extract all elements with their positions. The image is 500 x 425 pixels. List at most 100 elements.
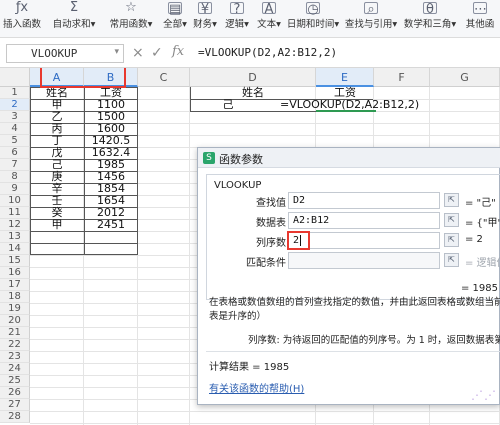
table-cell[interactable]: 甲	[30, 219, 84, 231]
ribbon-button-2[interactable]: ☆ 常用函数▾	[104, 0, 158, 38]
function-name: VLOOKUP	[214, 180, 262, 191]
argument-result: = 逻辑值	[465, 258, 500, 269]
ribbon-button-label: 财务▾	[193, 19, 217, 30]
other-functions-icon: ⋯	[473, 2, 487, 17]
ribbon-button-6[interactable]: A 文本▾	[254, 0, 284, 38]
argument-input[interactable]: A2:B12	[288, 212, 440, 229]
row-header-18[interactable]: 18	[0, 291, 30, 303]
argument-row: 查找值 D2 ⇱ = "己"	[207, 192, 500, 209]
formula-input[interactable]: =VLOOKUP(D2,A2:B12,2)	[198, 46, 337, 59]
row-header-13[interactable]: 13	[0, 231, 30, 243]
row-header-2[interactable]: 2	[0, 99, 30, 111]
dialog-title-bar[interactable]: S 函数参数	[198, 148, 500, 168]
row-header-28[interactable]: 28	[0, 411, 30, 423]
row-header-4[interactable]: 4	[0, 123, 30, 135]
row-header-23[interactable]: 23	[0, 351, 30, 363]
row-header-27[interactable]: 27	[0, 399, 30, 411]
star-function-icon: ☆	[125, 0, 137, 15]
argument-help-text: 列序数: 为待返回的匹配值的列序号。为 1 时，返回数据表第一	[248, 335, 500, 346]
argument-input[interactable]: D2	[288, 192, 440, 209]
date-time-icon: ◷	[306, 2, 320, 17]
function-description: 在表格或数值数组的首列查找指定的数值，并由此返回表格或数组当前行 表是升序的）	[209, 296, 500, 324]
ribbon-button-8[interactable]: ⌕ 查找与引用▾	[342, 0, 400, 38]
row-header-8[interactable]: 8	[0, 171, 30, 183]
ribbon-button-0[interactable]: ƒx 插入函数	[0, 0, 44, 38]
row-header-7[interactable]: 7	[0, 159, 30, 171]
description-line-2: 表是升序的）	[209, 311, 267, 322]
sum-icon: Σ	[69, 0, 79, 15]
column-header-g[interactable]: G	[430, 68, 500, 87]
argument-label: 列序数	[256, 238, 286, 249]
cancel-icon[interactable]: ×	[132, 45, 144, 61]
row-header-10[interactable]: 10	[0, 195, 30, 207]
name-box-value: VLOOKUP	[31, 47, 78, 60]
fx-icon[interactable]: fx	[172, 44, 184, 59]
ribbon-button-7[interactable]: ◷ 日期和时间▾	[286, 0, 340, 38]
row-header-11[interactable]: 11	[0, 207, 30, 219]
decorative-dots: ⋰⋰	[471, 388, 497, 402]
ribbon-button-label: 其他函	[465, 19, 495, 30]
row-header-19[interactable]: 19	[0, 303, 30, 315]
argument-label: 数据表	[256, 218, 286, 229]
row-header-14[interactable]: 14	[0, 243, 30, 255]
ribbon-button-label: 数学和三角▾	[403, 19, 457, 30]
row-header-17[interactable]: 17	[0, 279, 30, 291]
argument-input[interactable]: 2	[288, 232, 440, 249]
row-header-6[interactable]: 6	[0, 147, 30, 159]
ribbon-button-5[interactable]: ? 逻辑▾	[222, 0, 252, 38]
column-header-d[interactable]: D	[190, 68, 316, 87]
chevron-down-icon[interactable]: ▾	[114, 47, 119, 57]
row-header-26[interactable]: 26	[0, 387, 30, 399]
row-header-1[interactable]: 1	[0, 87, 30, 99]
argument-input[interactable]	[288, 252, 440, 269]
row-header-24[interactable]: 24	[0, 363, 30, 375]
table-cell[interactable]: 2451	[84, 219, 138, 231]
all-functions-icon: ▤	[168, 2, 182, 17]
ribbon-button-4[interactable]: ¥ 财务▾	[190, 0, 220, 38]
result-preview: = 1985	[460, 283, 498, 294]
dialog-title: 函数参数	[219, 153, 263, 166]
row-header-21[interactable]: 21	[0, 327, 30, 339]
collapse-dialog-icon[interactable]: ⇱	[444, 213, 459, 227]
ribbon-button-label: 逻辑▾	[225, 19, 249, 30]
row-header-22[interactable]: 22	[0, 339, 30, 351]
name-box[interactable]: VLOOKUP ▾	[6, 44, 124, 63]
confirm-icon[interactable]: ✓	[151, 45, 163, 61]
help-link[interactable]: 有关该函数的帮助(H)	[209, 380, 304, 395]
ribbon-button-1[interactable]: Σ 自动求和▾	[48, 0, 100, 38]
lookup-icon: ⌕	[364, 2, 378, 17]
ribbon-button-9[interactable]: θ 数学和三角▾	[402, 0, 458, 38]
argument-row: 匹配条件 ⇱ = 逻辑值	[207, 252, 500, 269]
select-all-corner[interactable]	[0, 68, 30, 87]
row-header-12[interactable]: 12	[0, 219, 30, 231]
lookup-name-cell[interactable]: 己	[190, 99, 266, 111]
ribbon-button-label: 查找与引用▾	[344, 19, 398, 30]
column-header-f[interactable]: F	[374, 68, 430, 87]
row-header-15[interactable]: 15	[0, 255, 30, 267]
collapse-dialog-icon[interactable]: ⇱	[444, 233, 459, 247]
formula-bar: VLOOKUP ▾ × ✓ fx =VLOOKUP(D2,A2:B12,2)	[0, 38, 500, 68]
argument-result: = "己"	[465, 198, 496, 209]
row-header-20[interactable]: 20	[0, 315, 30, 327]
argument-row: 列序数 2 ⇱ = 2	[207, 231, 500, 250]
argument-label: 查找值	[256, 198, 286, 209]
column-header-c[interactable]: C	[138, 68, 190, 87]
row-header-5[interactable]: 5	[0, 135, 30, 147]
row-header-16[interactable]: 16	[0, 267, 30, 279]
math-icon: θ	[423, 2, 437, 17]
gridline	[189, 87, 190, 425]
row-header-25[interactable]: 25	[0, 375, 30, 387]
ribbon-button-3[interactable]: ▤ 全部▾	[160, 0, 190, 38]
column-header-e[interactable]: E	[316, 68, 374, 87]
ribbon-button-label: 日期和时间▾	[286, 19, 340, 30]
highlight-box-column-index	[287, 231, 310, 250]
row-header-9[interactable]: 9	[0, 183, 30, 195]
argument-result: = {"甲",11	[465, 218, 500, 229]
ribbon-button-10[interactable]: ⋯ 其他函	[460, 0, 500, 38]
argument-result: = 2	[465, 234, 483, 245]
collapse-dialog-icon[interactable]: ⇱	[444, 193, 459, 207]
row-header-3[interactable]: 3	[0, 111, 30, 123]
ribbon-button-label: 自动求和▾	[52, 19, 96, 30]
calculation-result: 计算结果 = 1985	[209, 362, 290, 373]
collapse-dialog-icon[interactable]: ⇱	[444, 253, 459, 267]
